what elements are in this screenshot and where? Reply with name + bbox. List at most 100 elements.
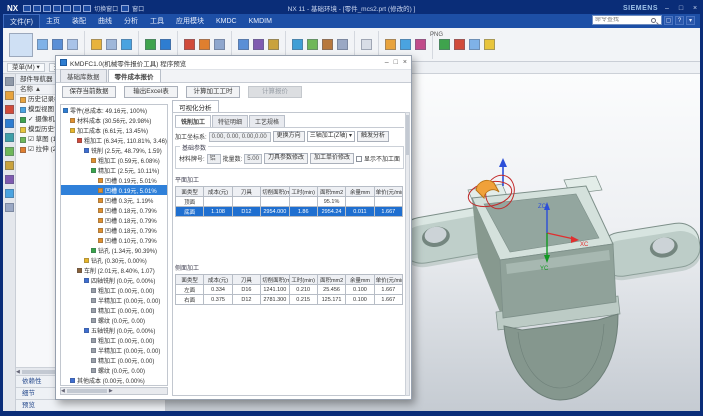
png-export-label[interactable]: PNG	[430, 32, 443, 38]
resource-bar-icon[interactable]	[5, 147, 14, 156]
ribbon-icon[interactable]	[400, 39, 411, 50]
tree-item[interactable]: 加工成本 (6.61元, 13.45%)	[61, 125, 167, 135]
ribbon-tab[interactable]: KMDC	[210, 16, 243, 27]
minimize-button[interactable]: –	[662, 5, 672, 12]
ribbon-tab[interactable]: 工具	[144, 14, 170, 28]
table-row[interactable]: 左面0.334D161241.100 0.21025.4560.1001.667	[176, 285, 403, 295]
dialog-action-button[interactable]: 输出Excel表	[124, 86, 178, 98]
column-header[interactable]: 刀具	[232, 187, 260, 197]
column-header[interactable]: 面积mm2	[317, 187, 345, 197]
change-direction-button[interactable]: 更换方向	[273, 131, 305, 142]
tree-item[interactable]: 凹槽 0.18元, 0.79%	[61, 215, 167, 225]
ribbon-icon[interactable]	[121, 39, 132, 50]
window-menu-icon[interactable]	[121, 5, 129, 12]
ribbon-tab[interactable]: 曲线	[92, 14, 118, 28]
table-row[interactable]: 底面1.108D122954.000 1.862954.240.0111.667	[176, 207, 403, 217]
navigator-section[interactable]: 预览	[16, 399, 165, 411]
tree-item[interactable]: 半精加工 (0.00元, 0.00)	[61, 345, 167, 355]
tree-item[interactable]: 车削 (2.01元, 8.40%, 1.07)	[61, 265, 167, 275]
ribbon-icon[interactable]	[91, 39, 102, 50]
tree-item[interactable]: 钻孔 (1.34元, 90.39%)	[61, 245, 167, 255]
tree-item[interactable]: 螺纹 (0.0元, 0.00)	[61, 315, 167, 325]
show-nonmachined-checkbox[interactable]	[356, 156, 362, 162]
dialog-action-button[interactable]: 计算加工工时	[186, 86, 240, 98]
tree-item[interactable]: 钻孔 (0.30元, 0.00%)	[61, 255, 167, 265]
tree-item[interactable]: 凹槽 0.18元, 0.79%	[61, 205, 167, 215]
dialog-action-button[interactable]: 保存当前数据	[62, 86, 116, 98]
tree-item[interactable]: 精加工 (2.5元, 10.11%)	[61, 165, 167, 175]
resource-bar-icon[interactable]	[5, 175, 14, 184]
batch-input[interactable]: 5.00	[244, 154, 262, 164]
ribbon-icon[interactable]	[67, 39, 78, 50]
window-menu-label[interactable]: 窗口	[132, 4, 144, 13]
tree-item[interactable]: 粗加工 (0.59元, 6.08%)	[61, 155, 167, 165]
ribbon-icon[interactable]	[361, 39, 372, 50]
column-header[interactable]: 成本(元)	[204, 187, 232, 197]
dialog-action-button[interactable]: 计算报价	[248, 86, 302, 98]
ribbon-icon[interactable]	[160, 39, 171, 50]
dialog-tab[interactable]: 基础库数据	[60, 69, 107, 82]
tree-item[interactable]: 凹槽 0.3元, 1.19%	[61, 195, 167, 205]
tree-item[interactable]: 粗加工 (6.34元, 110.81%, 3.46)	[61, 135, 167, 145]
column-header[interactable]: 切削面积(mm²)	[261, 187, 289, 197]
ribbon-tab[interactable]: KMDIM	[243, 16, 278, 27]
table-row[interactable]: 右面0.375D122781.300 0.215125.1710.1001.66…	[176, 295, 403, 305]
ribbon-icon[interactable]	[199, 39, 210, 50]
dialog-tab[interactable]: 零件成本报价	[108, 69, 161, 82]
panel-vscrollbar[interactable]	[405, 112, 410, 396]
tree-item[interactable]: 粗加工 (0.00元, 0.00)	[61, 285, 167, 295]
dialog-titlebar[interactable]: KMDFC1.0(机械零件报价工具) 程序预览 – □ ×	[56, 56, 411, 70]
tree-item[interactable]: 半精加工 (0.00元, 0.00)	[61, 295, 167, 305]
column-header[interactable]: 工时(min)	[289, 275, 317, 285]
column-header[interactable]: 面类型	[176, 275, 204, 285]
analyze-button[interactable]: 触发分析	[357, 131, 389, 142]
dialog-minimize-button[interactable]: –	[385, 59, 389, 66]
axis-mode-select[interactable]: 三轴加工(Z轴) ▾	[307, 131, 355, 142]
column-header[interactable]: 切削面积(mm²)	[261, 275, 289, 285]
close-button[interactable]: ×	[690, 5, 700, 12]
dialog-close-button[interactable]: ×	[403, 59, 407, 66]
ribbon-icon[interactable]	[415, 39, 426, 50]
tree-item[interactable]: 零件(总成本: 49.16元, 100%)	[61, 105, 167, 115]
ribbon-icon[interactable]	[106, 39, 117, 50]
tree-item[interactable]: 精加工 (0.00元, 0.00)	[61, 305, 167, 315]
menu-button[interactable]: 菜单(M) ▾	[7, 63, 45, 72]
ribbon-icon[interactable]	[322, 39, 333, 50]
resource-bar-icon[interactable]	[5, 77, 14, 86]
resource-bar-icon[interactable]	[5, 161, 14, 170]
tree-item[interactable]: 材料成本 (30.56元, 29.98%)	[61, 115, 167, 125]
ribbon-icon[interactable]	[454, 39, 465, 50]
tree-item[interactable]: 粗加工 (0.00元, 0.00)	[61, 335, 167, 345]
window-layout-icon[interactable]: ▢	[664, 16, 673, 25]
paste-icon[interactable]	[73, 5, 81, 12]
tree-item[interactable]: 四轴铣削 (0.0元, 0.00%)	[61, 275, 167, 285]
column-header[interactable]: 刀具	[232, 275, 260, 285]
material-input[interactable]: 铝	[207, 154, 221, 164]
resource-bar-icon[interactable]	[5, 189, 14, 198]
mcs-input[interactable]: 0.00, 0.00, 0.00,0.00	[209, 132, 271, 142]
ribbon-icon[interactable]	[9, 33, 33, 57]
ribbon-tab[interactable]: 文件(F)	[3, 14, 40, 29]
ribbon-icon[interactable]	[238, 39, 249, 50]
ribbon-icon[interactable]	[469, 39, 480, 50]
analysis-inner-tab[interactable]: 工艺规格	[249, 115, 285, 127]
tree-item[interactable]: 五轴铣削 (0.0元, 0.00%)	[61, 325, 167, 335]
ribbon-icon[interactable]	[484, 39, 495, 50]
column-header[interactable]: 余量mm	[346, 187, 374, 197]
ribbon-icon[interactable]	[37, 39, 48, 50]
tree-item[interactable]: 凹槽 0.18元, 0.79%	[61, 225, 167, 235]
tree-item[interactable]: 凹槽 0.19元, 5.01%	[61, 175, 167, 185]
ribbon-icon[interactable]	[337, 39, 348, 50]
tool-params-button[interactable]: 刀具参数修改	[264, 153, 308, 164]
resource-bar-icon[interactable]	[5, 119, 14, 128]
ribbon-icon[interactable]	[214, 39, 225, 50]
tree-item[interactable]: 凹槽 0.19元, 5.01%	[61, 185, 167, 195]
resource-bar-icon[interactable]	[5, 133, 14, 142]
command-search-input[interactable]	[595, 17, 651, 23]
tree-item[interactable]: 凹槽 0.10元, 0.79%	[61, 235, 167, 245]
ribbon-icon[interactable]	[184, 39, 195, 50]
column-header[interactable]: 成本(元)	[204, 275, 232, 285]
tree-hscrollbar[interactable]: ◀▶	[60, 387, 168, 395]
ribbon-minimize-icon[interactable]: ▾	[686, 16, 695, 25]
analysis-inner-tab[interactable]: 铣削加工	[175, 115, 211, 127]
